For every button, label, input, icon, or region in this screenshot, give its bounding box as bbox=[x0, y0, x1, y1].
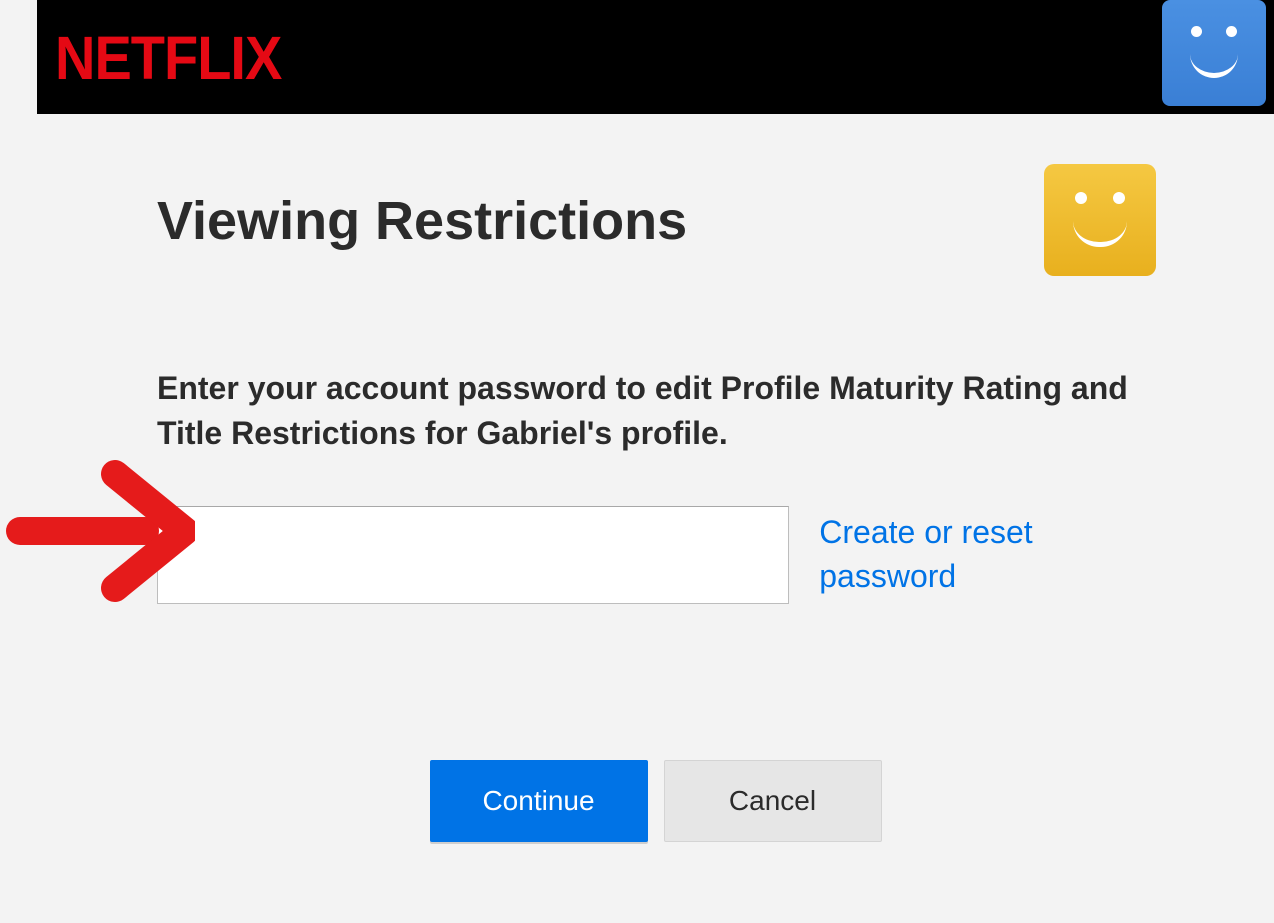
password-input[interactable] bbox=[157, 506, 789, 604]
page-title: Viewing Restrictions bbox=[157, 190, 687, 252]
reset-password-link[interactable]: Create or reset password bbox=[819, 511, 1156, 597]
cancel-button[interactable]: Cancel bbox=[664, 760, 882, 842]
header: NETFLIX bbox=[37, 0, 1274, 114]
account-avatar[interactable] bbox=[1162, 0, 1266, 106]
content-area: Viewing Restrictions Enter your account … bbox=[37, 114, 1274, 842]
profile-avatar bbox=[1044, 164, 1156, 276]
instruction-text: Enter your account password to edit Prof… bbox=[37, 366, 1274, 456]
netflix-logo: NETFLIX bbox=[55, 21, 281, 93]
continue-button[interactable]: Continue bbox=[430, 760, 648, 842]
